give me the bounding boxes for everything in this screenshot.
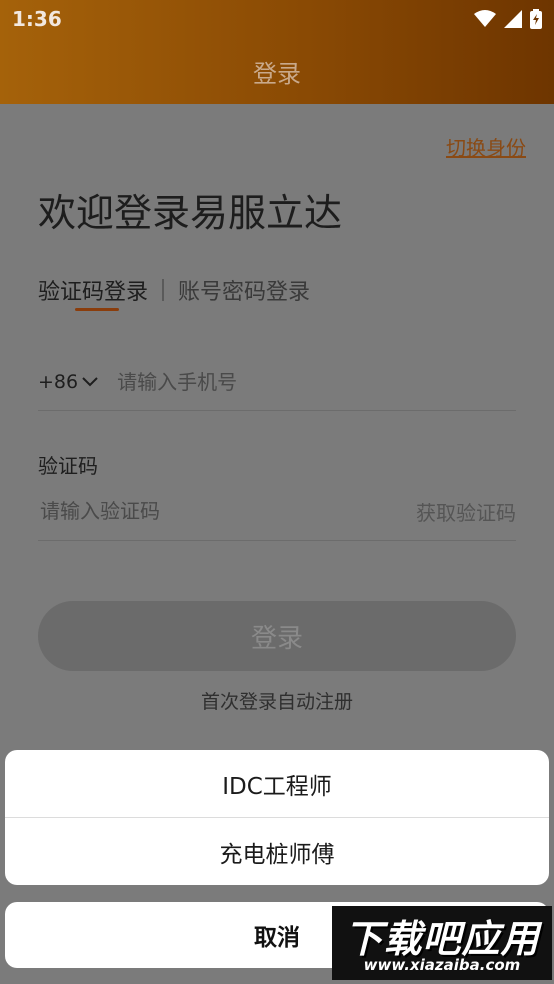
watermark-logo: 下载吧应用 www.xiazaiba.com xyxy=(332,906,552,980)
tab-divider xyxy=(162,279,165,301)
wifi-icon xyxy=(474,10,496,27)
tab-sms-login[interactable]: 验证码登录 xyxy=(38,274,148,306)
auto-register-note: 首次登录自动注册 xyxy=(200,691,353,713)
cancel-label: 取消 xyxy=(254,925,300,951)
login-button[interactable]: 登录 xyxy=(38,601,516,671)
get-code-button[interactable]: 获取验证码 xyxy=(416,497,516,526)
active-tab-indicator xyxy=(75,308,119,311)
code-input[interactable] xyxy=(38,498,342,524)
login-tabs: 验证码登录 账号密码登录 xyxy=(38,274,310,311)
tab-password-login[interactable]: 账号密码登录 xyxy=(178,274,310,306)
signal-icon xyxy=(504,10,522,28)
country-code-selector[interactable]: +86 xyxy=(38,371,99,393)
option-charging-technician[interactable]: 充电桩师傅 xyxy=(5,818,549,885)
switch-role-link[interactable]: 切换身份 xyxy=(446,132,526,161)
code-row: 获取验证码 xyxy=(38,482,516,541)
country-code-label: +86 xyxy=(38,371,79,393)
battery-icon xyxy=(530,9,542,29)
phone-input[interactable] xyxy=(115,369,420,395)
status-bar: 1:36 xyxy=(0,0,554,38)
code-label: 验证码 xyxy=(38,454,98,478)
role-action-sheet: IDC工程师 充电桩师傅 xyxy=(5,750,549,885)
option-idc-engineer[interactable]: IDC工程师 xyxy=(5,750,549,817)
chevron-down-icon xyxy=(82,377,98,387)
status-time: 1:36 xyxy=(12,7,62,31)
page-title: 登录 xyxy=(253,59,301,88)
app-bar: 登录 xyxy=(0,38,554,104)
status-icons xyxy=(474,9,542,29)
welcome-heading: 欢迎登录易服立达 xyxy=(38,191,343,235)
watermark-url: www.xiazaiba.com xyxy=(363,956,521,974)
watermark-title: 下载吧应用 xyxy=(344,917,540,961)
phone-row: +86 xyxy=(38,354,516,411)
